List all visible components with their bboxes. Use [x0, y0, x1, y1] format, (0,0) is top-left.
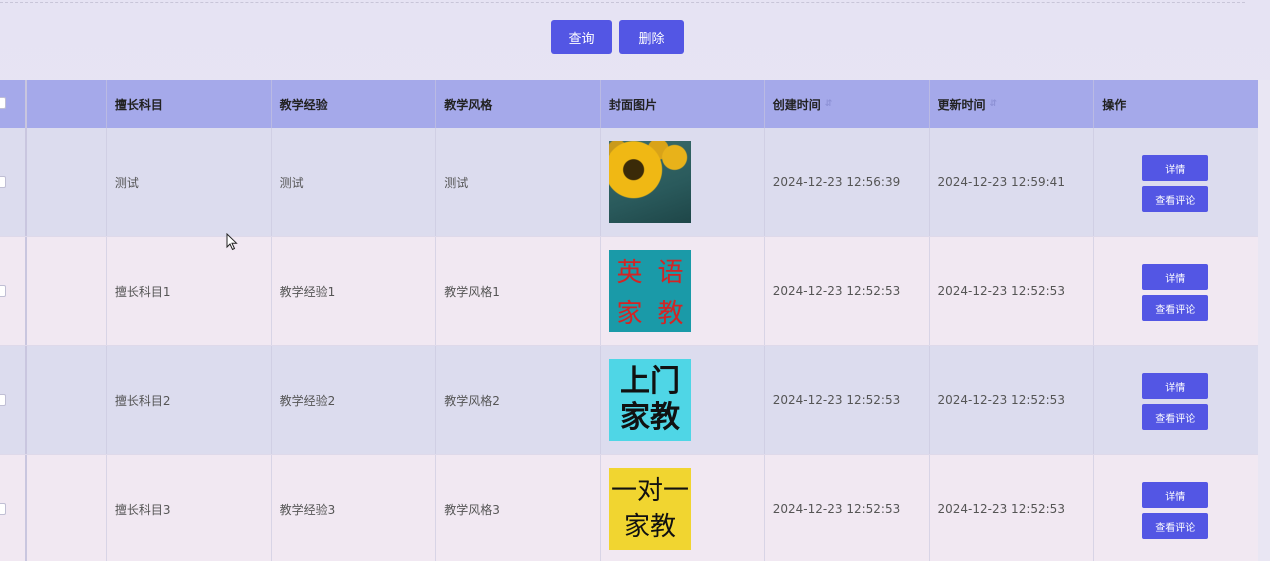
cover-char: 英 — [616, 258, 643, 288]
sort-icon[interactable]: ⇵ — [990, 99, 998, 109]
home-tutor-image[interactable]: 上门 家教 — [609, 359, 692, 441]
query-button[interactable]: 查询 — [551, 20, 612, 54]
right-edge — [1258, 80, 1270, 561]
cell-style: 教学风格1 — [436, 237, 602, 345]
one-on-one-tutor-image[interactable]: 一对一 家教 — [609, 468, 692, 550]
header-subject[interactable]: 擅长科目 — [107, 80, 272, 128]
cell-style: 教学风格2 — [436, 346, 602, 454]
sort-icon[interactable]: ⇵ — [825, 99, 833, 109]
row-check-cell — [0, 237, 27, 345]
cell-updated: 2024-12-23 12:52:53 — [930, 237, 1095, 345]
row-actions: 详情 查看评论 — [1142, 482, 1209, 539]
cell-cover: 一对一 家教 — [601, 455, 765, 561]
header-experience[interactable]: 教学经验 — [272, 80, 437, 128]
header-created-label: 创建时间 — [772, 97, 821, 112]
row-blank-cell — [27, 128, 107, 236]
cell-style: 测试 — [436, 128, 602, 236]
cell-created: 2024-12-23 12:52:53 — [765, 346, 930, 454]
cell-actions: 详情 查看评论 — [1094, 455, 1258, 561]
header-cover[interactable]: 封面图片 — [601, 80, 765, 128]
cell-subject: 擅长科目3 — [107, 455, 272, 561]
cell-subject: 擅长科目1 — [107, 237, 272, 345]
row-blank-cell — [27, 346, 107, 454]
cell-cover — [601, 128, 765, 236]
sunflower-image[interactable] — [609, 141, 692, 223]
select-all-checkbox[interactable] — [0, 97, 6, 109]
row-check-cell — [0, 455, 27, 561]
row-checkbox[interactable] — [0, 394, 6, 406]
cover-line: 一对一 — [611, 476, 690, 506]
detail-button[interactable]: 详情 — [1142, 155, 1209, 181]
row-checkbox[interactable] — [0, 176, 6, 188]
header-created[interactable]: 创建时间 ⇵ — [765, 80, 930, 128]
cell-actions: 详情 查看评论 — [1094, 237, 1258, 345]
view-comments-button[interactable]: 查看评论 — [1142, 404, 1209, 430]
cover-char: 语 — [657, 258, 684, 288]
header-blank-cell — [27, 80, 107, 128]
row-actions: 详情 查看评论 — [1142, 264, 1209, 321]
cell-updated: 2024-12-23 12:52:53 — [930, 346, 1095, 454]
cover-line: 家教 — [624, 512, 677, 542]
row-actions: 详情 查看评论 — [1142, 155, 1209, 212]
page: 查询 删除 擅长科目 教学经验 教学风格 封面图片 创建时间 ⇵ 更新时间 ⇵ … — [0, 0, 1270, 561]
cell-experience: 教学经验1 — [272, 237, 437, 345]
cell-actions: 详情 查看评论 — [1094, 128, 1258, 236]
table-row: 测试 测试 测试 2024-12-23 12:56:39 2024-12-23 … — [0, 128, 1258, 237]
header-style[interactable]: 教学风格 — [436, 80, 602, 128]
cell-style: 教学风格3 — [436, 455, 602, 561]
data-table: 擅长科目 教学经验 教学风格 封面图片 创建时间 ⇵ 更新时间 ⇵ 操作 测试 … — [0, 80, 1258, 561]
cell-created: 2024-12-23 12:56:39 — [765, 128, 930, 236]
detail-button[interactable]: 详情 — [1142, 482, 1209, 508]
row-checkbox[interactable] — [0, 285, 6, 297]
header-actions: 操作 — [1102, 97, 1127, 112]
header-updated-label: 更新时间 — [937, 97, 986, 112]
view-comments-button[interactable]: 查看评论 — [1142, 295, 1209, 321]
table-header: 擅长科目 教学经验 教学风格 封面图片 创建时间 ⇵ 更新时间 ⇵ 操作 — [0, 80, 1258, 128]
cell-updated: 2024-12-23 12:59:41 — [930, 128, 1095, 236]
cell-subject: 擅长科目2 — [107, 346, 272, 454]
header-updated[interactable]: 更新时间 ⇵ — [930, 80, 1095, 128]
row-blank-cell — [27, 237, 107, 345]
toolbar: 查询 删除 — [551, 20, 684, 54]
table-row: 擅长科目1 教学经验1 教学风格1 英 语 家 教 2024-12-23 12:… — [0, 237, 1258, 346]
table-row: 擅长科目2 教学经验2 教学风格2 上门 家教 2024-12-23 12:52… — [0, 346, 1258, 455]
cell-cover: 英 语 家 教 — [601, 237, 765, 345]
mouse-cursor-icon — [226, 233, 238, 251]
view-comments-button[interactable]: 查看评论 — [1142, 513, 1209, 539]
cell-created: 2024-12-23 12:52:53 — [765, 237, 930, 345]
row-check-cell — [0, 346, 27, 454]
row-blank-cell — [27, 455, 107, 561]
row-actions: 详情 查看评论 — [1142, 373, 1209, 430]
cell-updated: 2024-12-23 12:52:53 — [930, 455, 1095, 561]
divider — [0, 2, 1245, 3]
view-comments-button[interactable]: 查看评论 — [1142, 186, 1209, 212]
english-tutor-image[interactable]: 英 语 家 教 — [609, 250, 692, 332]
cell-actions: 详情 查看评论 — [1094, 346, 1258, 454]
table-row: 擅长科目3 教学经验3 教学风格3 一对一 家教 2024-12-23 12:5… — [0, 455, 1258, 561]
cell-subject: 测试 — [107, 128, 272, 236]
cover-char: 家 — [616, 299, 643, 329]
cell-experience: 测试 — [272, 128, 437, 236]
row-check-cell — [0, 128, 27, 236]
header-check-cell — [0, 80, 27, 128]
cover-line: 家教 — [620, 400, 681, 435]
cell-experience: 教学经验2 — [272, 346, 437, 454]
cell-created: 2024-12-23 12:52:53 — [765, 455, 930, 561]
detail-button[interactable]: 详情 — [1142, 373, 1209, 399]
detail-button[interactable]: 详情 — [1142, 264, 1209, 290]
delete-button[interactable]: 删除 — [619, 20, 684, 54]
cover-line: 上门 — [620, 364, 681, 399]
cell-cover: 上门 家教 — [601, 346, 765, 454]
row-checkbox[interactable] — [0, 503, 6, 515]
cover-char: 教 — [657, 299, 684, 329]
cell-experience: 教学经验3 — [272, 455, 437, 561]
